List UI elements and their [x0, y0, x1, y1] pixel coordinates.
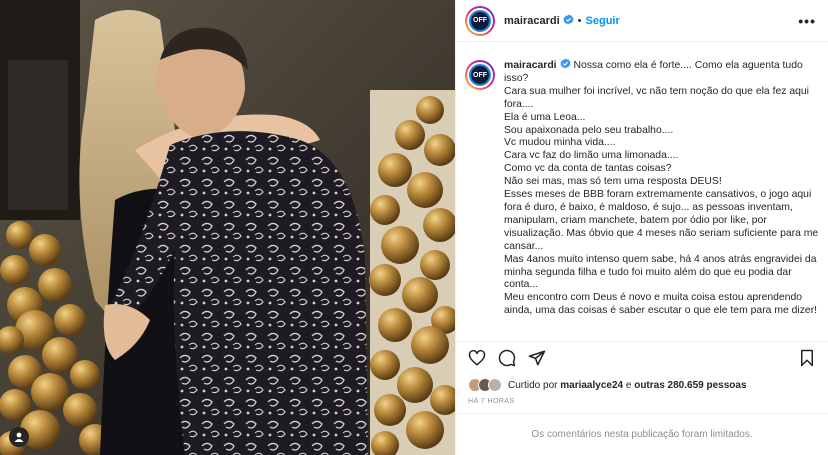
post-actions — [456, 341, 828, 373]
caption-area: OFF mairacardi Nossa como ela é forte...… — [456, 42, 828, 333]
verified-icon — [563, 14, 574, 25]
likes-summary: Curtido por mariaalyce24 e outras 280.65… — [456, 376, 828, 394]
caption-line: fora é duro, é baixo, é maldoso, é sujo.… — [504, 201, 793, 213]
post-photo[interactable] — [0, 0, 455, 455]
user-tag-icon[interactable] — [9, 427, 29, 447]
follow-button[interactable]: Seguir — [586, 15, 620, 27]
caption-line: Mas 4anos muito intenso quem sabe, há 4 … — [504, 253, 817, 265]
caption-line: Como vc da conta de tantas coisas? — [504, 163, 672, 175]
likes-conjunction: e — [625, 379, 632, 391]
caption-line: Não sei mas, mas só tem uma resposta DEU… — [504, 176, 722, 188]
avatar — [488, 378, 502, 392]
caption-line: manipulam, criam manchete, batem por ódi… — [504, 214, 767, 226]
likes-user-link[interactable]: mariaalyce24 — [560, 380, 623, 391]
caption-line: ainda, uma das coisas é saber escutar o … — [504, 305, 818, 317]
caption-line: Cara sua mulher foi incrível, vc não tem… — [504, 85, 809, 97]
caption-line: conta... — [504, 279, 539, 291]
avatar[interactable]: OFF — [465, 5, 495, 36]
caption-line: isso? — [504, 72, 529, 84]
header-separator: • — [577, 14, 582, 27]
likes-prefix: Curtido por — [508, 379, 558, 391]
likes-count-link[interactable]: outras 280.659 pessoas — [634, 380, 746, 391]
instagram-post: OFF mairacardi • Seguir ••• OFF mairacar… — [0, 0, 828, 455]
heart-icon[interactable] — [466, 347, 488, 369]
caption-line: minha segunda filha e tudo foi muito alé… — [504, 266, 792, 278]
post-header: OFF mairacardi • Seguir ••• — [456, 0, 828, 42]
post-timestamp[interactable]: HÁ 7 HORAS — [456, 398, 828, 405]
caption-line: Meu encontro com Deus é novo e muita coi… — [504, 292, 803, 304]
caption-avatar[interactable]: OFF — [465, 60, 495, 90]
post-side-panel: OFF mairacardi • Seguir ••• OFF mairacar… — [455, 0, 828, 455]
caption-line: Sou apaixonada pelo seu trabalho.... — [504, 124, 674, 136]
comment-icon[interactable] — [496, 347, 518, 369]
caption-line: Esses meses de BBB foram extremamente ca… — [504, 189, 812, 201]
more-icon[interactable]: ••• — [798, 13, 816, 29]
caption-avatar-label: OFF — [469, 64, 491, 86]
avatar-label: OFF — [469, 9, 491, 32]
caption-username[interactable]: mairacardi — [504, 60, 557, 71]
caption-text: mairacardi Nossa como ela é forte.... Co… — [504, 58, 819, 333]
share-icon[interactable] — [526, 347, 548, 369]
header-username[interactable]: mairacardi — [504, 14, 574, 27]
caption-line: cansar... — [504, 240, 544, 252]
header-username-text[interactable]: mairacardi — [504, 15, 560, 27]
caption-line: Ela é uma Leoa... — [504, 111, 586, 123]
verified-icon — [560, 58, 571, 69]
caption-line: Nossa como ela é forte.... Como ela ague… — [573, 60, 803, 71]
caption-line: Cara vc faz do limão uma limonada.... — [504, 150, 679, 162]
caption-first-line: mairacardi Nossa como ela é forte.... Co… — [504, 58, 810, 73]
caption-line: Vc mudou minha vida.... — [504, 137, 616, 149]
caption-line: fora.... — [504, 98, 534, 110]
liker-avatars[interactable] — [468, 378, 502, 392]
caption-line: visualização. Mas óbvio que 4 meses não … — [504, 227, 819, 239]
bookmark-icon[interactable] — [796, 347, 818, 369]
comments-limited-notice: Os comentários nesta publicação foram li… — [456, 413, 828, 455]
photo-illustration — [0, 0, 455, 455]
